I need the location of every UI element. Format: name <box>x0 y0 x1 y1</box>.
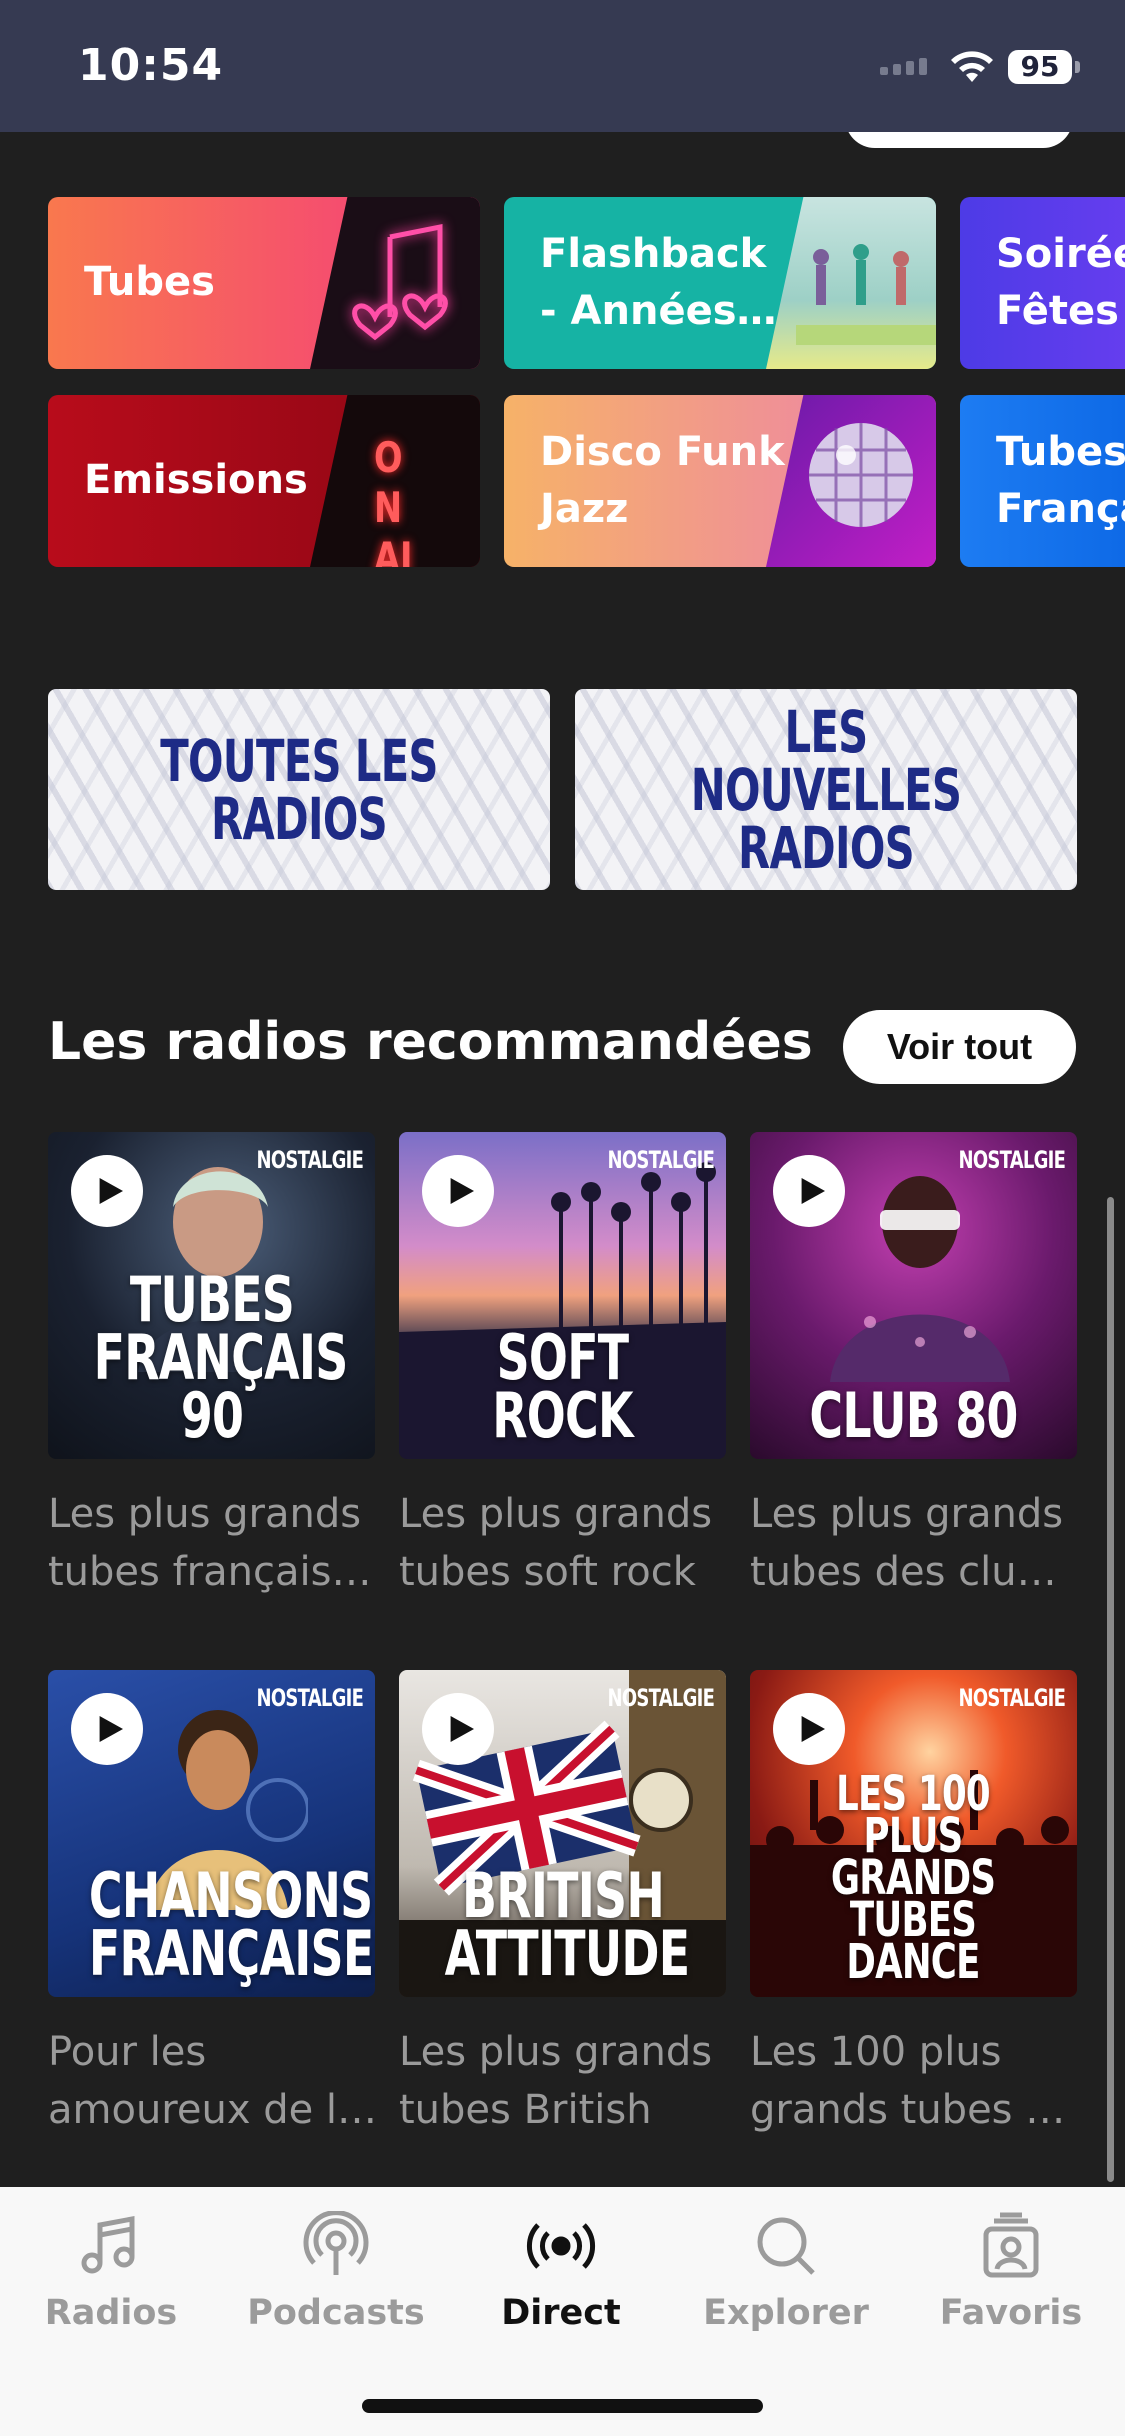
card-title: SOFT ROCK <box>492 1321 633 1452</box>
play-icon <box>801 1716 825 1742</box>
scrollbar[interactable] <box>1107 1197 1114 2182</box>
wifi-icon <box>951 51 993 82</box>
genre-tile-tubes[interactable]: Tubes <box>48 197 480 369</box>
podcast-icon <box>303 2211 369 2275</box>
card-description-line1: Les plus grands <box>399 2029 713 2075</box>
card-description-line1: Les plus grands <box>399 1491 713 1537</box>
nostalgie-logo: NOSTALGIE <box>607 1146 714 1174</box>
nostalgie-logo: NOSTALGIE <box>256 1684 363 1712</box>
play-button[interactable] <box>71 1693 143 1765</box>
tab-label: Direct <box>501 2293 621 2333</box>
status-time: 10:54 <box>78 40 224 91</box>
status-bar: 10:54 95 <box>0 0 1125 132</box>
neon-hearts-image <box>310 197 480 369</box>
radio-card-club-80[interactable]: NOSTALGIE CLUB 80 <box>750 1132 1077 1459</box>
card-title: BRITISH ATTITUDE <box>444 1859 690 1990</box>
app-screen: { "status_bar": {"time": "10:54", "batte… <box>0 0 1125 2436</box>
genre-tile-soiree[interactable]: Soirée Fêtes <box>960 197 1125 369</box>
radio-card-soft-rock[interactable]: NOSTALGIE SOFT ROCK <box>399 1132 726 1459</box>
play-button[interactable] <box>773 1693 845 1765</box>
card-description-line2: tubes British <box>399 2087 652 2133</box>
search-icon <box>757 2217 815 2275</box>
play-icon <box>99 1178 123 1204</box>
play-button[interactable] <box>71 1155 143 1227</box>
radio-card-british-attitude[interactable]: NOSTALGIE BRITISH ATTITUDE <box>399 1670 726 1997</box>
card-title: LES 100 PLUS GRANDS TUBES DANCE <box>830 1766 996 1990</box>
on-air-sign-text: ON AIR <box>374 433 413 567</box>
genre-label: Emissions <box>84 457 308 503</box>
tab-label: Podcasts <box>247 2293 425 2333</box>
card-description-line2: tubes soft rock <box>399 1549 696 1595</box>
card-description-line1: Pour les <box>48 2029 207 2075</box>
music-note-icon <box>81 2215 135 2274</box>
card-description-line2: tubes des club… <box>750 1549 1080 1595</box>
tab-label: Radios <box>44 2293 178 2333</box>
card-description-line1: Les 100 plus <box>750 2029 1002 2075</box>
broadcast-icon <box>526 2223 596 2269</box>
new-radios-banner[interactable]: LES NOUVELLES RADIOS <box>575 689 1077 890</box>
cellular-signal-icon <box>880 58 927 75</box>
play-button[interactable] <box>773 1155 845 1227</box>
nostalgie-logo: NOSTALGIE <box>958 1684 1065 1712</box>
card-description-line1: Les plus grands <box>750 1491 1064 1537</box>
card-description-line1: Les plus grands <box>48 1491 362 1537</box>
radio-card-tubes-francais-90[interactable]: NOSTALGIE TUBES FRANÇAIS 90 <box>48 1132 375 1459</box>
genre-tile-disco[interactable]: Disco Funk Jazz <box>504 395 936 567</box>
nostalgie-logo: NOSTALGIE <box>607 1684 714 1712</box>
play-icon <box>450 1178 474 1204</box>
tab-label: Explorer <box>703 2293 869 2333</box>
card-description-line2: tubes français… <box>48 1549 372 1595</box>
see-all-button[interactable]: Voir tout <box>843 1010 1076 1084</box>
tab-direct[interactable]: Direct <box>461 2211 661 2333</box>
card-description-line2: amoureux de la… <box>48 2087 378 2133</box>
genre-tile-flashback[interactable]: Flashback - Années… <box>504 197 936 369</box>
genre-label: Tubes Françai <box>996 429 1125 532</box>
genre-label: Flashback - Années… <box>540 231 777 334</box>
play-icon <box>450 1716 474 1742</box>
tab-favoris[interactable]: Favoris <box>911 2211 1111 2333</box>
all-radios-banner[interactable]: TOUTES LES RADIOS <box>48 689 550 890</box>
tab-radios[interactable]: Radios <box>11 2211 211 2333</box>
genre-tile-tubes-francais[interactable]: Tubes Françai <box>960 395 1125 567</box>
card-title: TUBES FRANÇAIS 90 <box>93 1263 349 1452</box>
battery-icon: 95 <box>1008 50 1080 84</box>
play-button[interactable] <box>422 1155 494 1227</box>
card-title: CHANSONS FRANÇAISES <box>88 1859 375 1990</box>
radio-card-chansons-francaises[interactable]: NOSTALGIE CHANSONS FRANÇAISES <box>48 1670 375 1997</box>
genre-label: Tubes <box>84 259 215 305</box>
dancers-image <box>766 197 936 369</box>
home-indicator <box>362 2399 763 2413</box>
card-title: CLUB 80 <box>809 1379 1018 1452</box>
tab-explorer[interactable]: Explorer <box>686 2211 886 2333</box>
banner-label: TOUTES LES RADIOS <box>160 726 438 853</box>
tab-podcasts[interactable]: Podcasts <box>236 2211 436 2333</box>
favorites-icon <box>983 2212 1039 2278</box>
genre-tile-emissions[interactable]: Emissions ON AIR <box>48 395 480 567</box>
play-icon <box>801 1178 825 1204</box>
genre-label: Soirée Fêtes <box>996 231 1125 334</box>
on-air-sign-image: ON AIR <box>310 395 480 567</box>
tab-label: Favoris <box>939 2293 1083 2333</box>
nostalgie-logo: NOSTALGIE <box>256 1146 363 1174</box>
genre-label: Disco Funk Jazz <box>540 429 785 532</box>
nostalgie-logo: NOSTALGIE <box>958 1146 1065 1174</box>
play-button[interactable] <box>422 1693 494 1765</box>
radio-card-100-tubes-dance[interactable]: NOSTALGIE LES 100 PLUS GRANDS TUBES DANC… <box>750 1670 1077 1997</box>
play-icon <box>99 1716 123 1742</box>
card-description-line2: grands tubes d… <box>750 2087 1080 2133</box>
banner-label: LES NOUVELLES RADIOS <box>690 697 962 882</box>
section-title: Les radios recommandées <box>48 1012 813 1072</box>
